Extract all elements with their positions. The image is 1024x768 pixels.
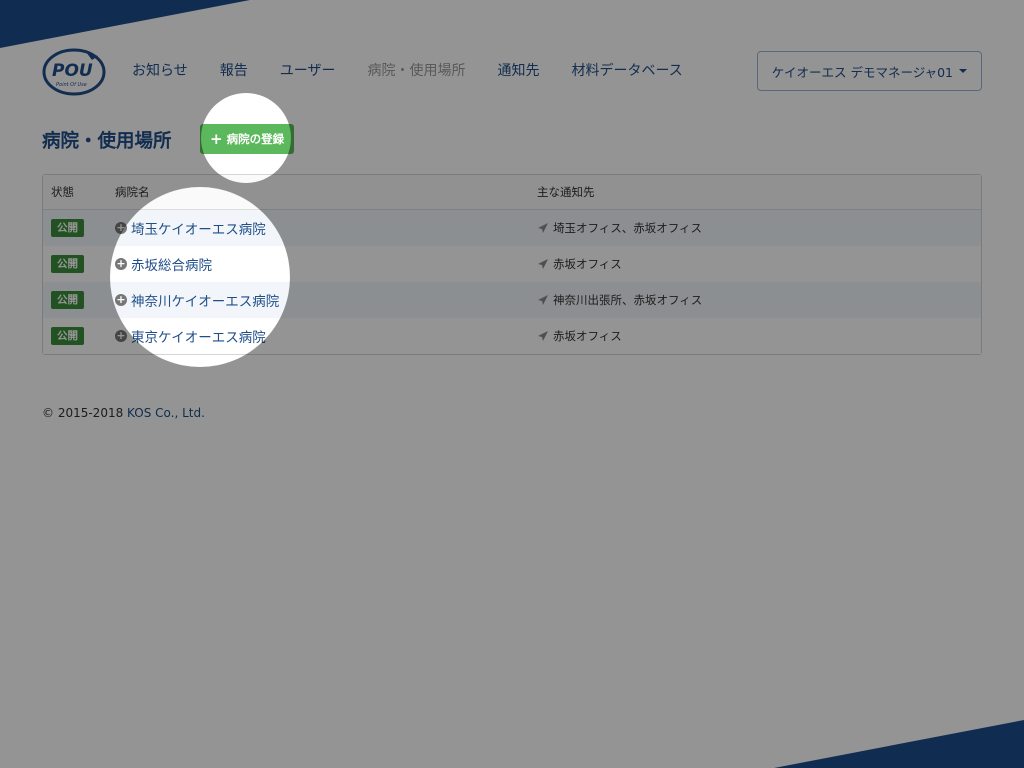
paper-plane-icon — [538, 295, 548, 305]
table-header: 状態 病院名 主な通知先 — [43, 175, 981, 210]
user-menu-dropdown[interactable]: ケイオーエス デモマネージャ01 — [756, 51, 982, 91]
main-nav: お知らせ 報告 ユーザー 病院・使用場所 通知先 材料データベース — [132, 62, 699, 80]
add-hospital-button[interactable]: + 病院の登録 — [200, 124, 295, 154]
footer: © 2015-2018 KOS Co., Ltd. — [42, 406, 205, 420]
expand-plus-icon[interactable]: + — [115, 330, 127, 342]
paper-plane-icon — [538, 223, 548, 233]
paper-plane-icon — [538, 259, 548, 269]
status-badge: 公開 — [51, 327, 84, 345]
status-badge: 公開 — [51, 291, 84, 309]
corner-decoration-bottom — [774, 720, 1024, 768]
nav-item-news[interactable]: お知らせ — [132, 62, 204, 80]
nav-item-hospitals[interactable]: 病院・使用場所 — [351, 62, 481, 80]
copyright-text: © 2015-2018 — [42, 406, 128, 420]
expand-plus-icon[interactable]: + — [115, 294, 127, 306]
nav-item-users[interactable]: ユーザー — [264, 62, 352, 80]
notify-targets: 埼玉オフィス、赤坂オフィス — [553, 221, 703, 235]
svg-text:Point Of Use: Point Of Use — [56, 82, 87, 88]
svg-text:POU: POU — [52, 61, 93, 81]
navbar: POU Point Of Use お知らせ 報告 ユーザー 病院・使用場所 通知… — [42, 46, 982, 98]
expand-plus-icon[interactable]: + — [115, 222, 127, 234]
plus-icon: + — [210, 129, 223, 148]
page-title: 病院・使用場所 — [42, 131, 172, 152]
header-hospital: 病院名 — [115, 185, 150, 199]
hospital-link[interactable]: 赤坂総合病院 — [131, 254, 212, 274]
status-badge: 公開 — [51, 255, 84, 273]
notify-targets: 赤坂オフィス — [553, 257, 622, 271]
tutorial-spotlight-overlay — [0, 0, 1024, 768]
corner-decoration-top — [0, 0, 250, 48]
table-row: 公開 + 東京ケイオーエス病院 赤坂オフィス — [43, 318, 981, 354]
nav-item-reports[interactable]: 報告 — [204, 62, 264, 80]
header-status: 状態 — [51, 185, 74, 199]
hospital-link[interactable]: 東京ケイオーエス病院 — [131, 326, 266, 346]
notify-targets: 神奈川出張所、赤坂オフィス — [553, 293, 703, 307]
paper-plane-icon — [538, 331, 548, 341]
table-row: 公開 + 埼玉ケイオーエス病院 埼玉オフィス、赤坂オフィス — [43, 210, 981, 246]
notify-targets: 赤坂オフィス — [553, 329, 622, 343]
expand-plus-icon[interactable]: + — [115, 258, 127, 270]
hospital-table: 状態 病院名 主な通知先 公開 + 埼玉ケイオーエス病院 埼玉オフィス、赤坂オフィ… — [42, 174, 982, 355]
nav-item-notify[interactable]: 通知先 — [481, 62, 555, 80]
table-row: 公開 + 赤坂総合病院 赤坂オフィス — [43, 246, 981, 282]
pou-logo[interactable]: POU Point Of Use — [42, 46, 106, 98]
caret-down-icon — [959, 69, 967, 73]
nav-item-materials[interactable]: 材料データベース — [555, 62, 698, 80]
table-row: 公開 + 神奈川ケイオーエス病院 神奈川出張所、赤坂オフィス — [43, 282, 981, 318]
company-name: KOS Co., Ltd. — [127, 406, 205, 420]
hospital-link[interactable]: 神奈川ケイオーエス病院 — [131, 290, 279, 310]
add-hospital-label: 病院の登録 — [226, 132, 285, 146]
header-notify: 主な通知先 — [537, 185, 595, 199]
user-name: ケイオーエス デモマネージャ01 — [771, 64, 953, 80]
hospital-link[interactable]: 埼玉ケイオーエス病院 — [131, 218, 266, 238]
status-badge: 公開 — [51, 219, 84, 237]
